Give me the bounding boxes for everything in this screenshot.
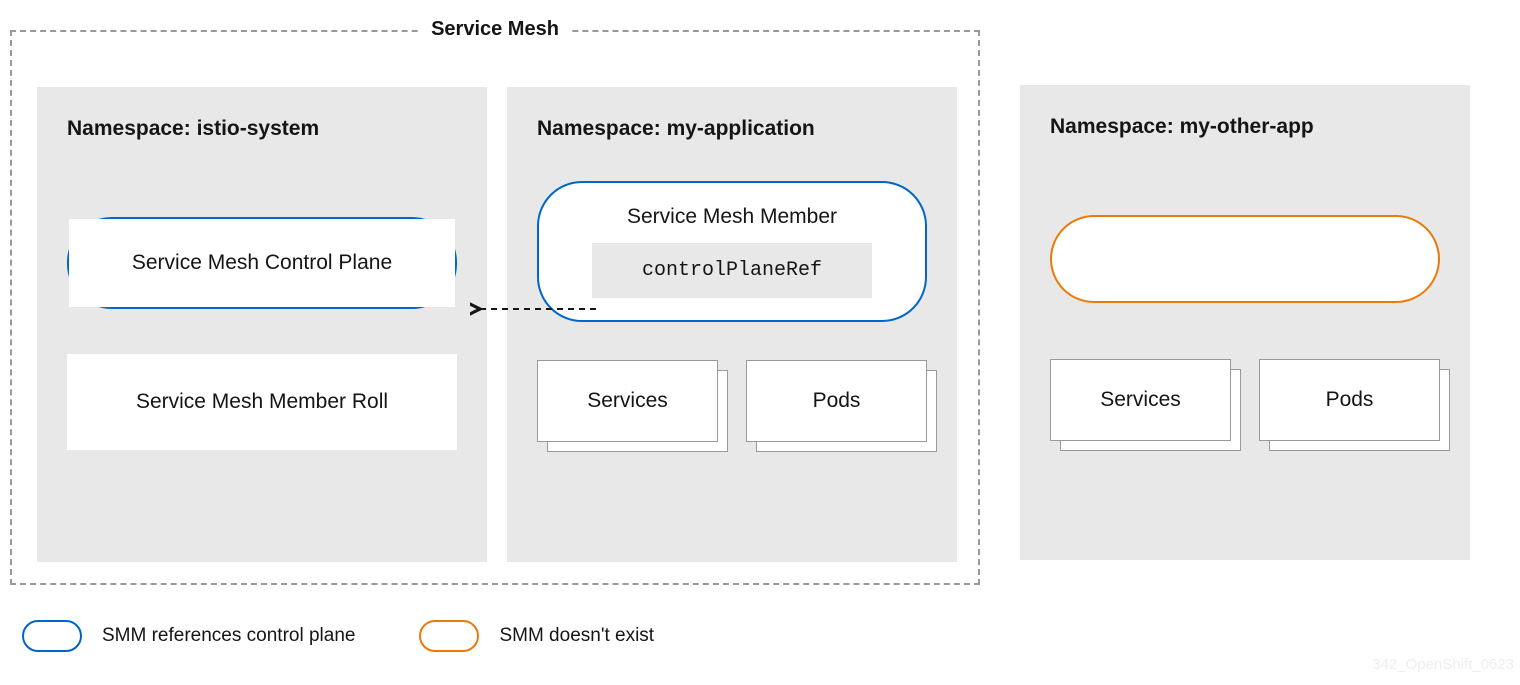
legend: SMM references control plane SMM doesn't…	[22, 620, 654, 652]
namespace-title: Namespace: my-other-app	[1050, 115, 1440, 139]
smm-capsule: Service Mesh Member controlPlaneRef	[537, 181, 927, 322]
namespace-istio-system: Namespace: istio-system Service Mesh Con…	[37, 87, 487, 562]
pods-stack: Pods	[1259, 359, 1440, 441]
legend-swatch-blue	[22, 620, 82, 652]
service-mesh-boundary: Service Mesh Namespace: istio-system Ser…	[10, 30, 980, 585]
pods-stack: Pods	[746, 360, 927, 442]
control-plane-ref: controlPlaneRef	[592, 243, 872, 298]
legend-swatch-orange	[419, 620, 479, 652]
watermark: 342_OpenShift_0623	[1372, 656, 1514, 673]
services-stack: Services	[537, 360, 718, 442]
namespace-my-other-app: Namespace: my-other-app Services Pods	[1020, 85, 1470, 560]
services-stack: Services	[1050, 359, 1231, 441]
legend-label-orange: SMM doesn't exist	[499, 625, 654, 647]
services-label: Services	[537, 360, 718, 442]
service-mesh-title: Service Mesh	[421, 18, 569, 41]
member-roll-box: Service Mesh Member Roll	[67, 354, 457, 450]
pods-label: Pods	[1259, 359, 1440, 441]
pods-label: Pods	[746, 360, 927, 442]
namespace-my-application: Namespace: my-application Service Mesh M…	[507, 87, 957, 562]
control-plane-label: Service Mesh Control Plane	[69, 219, 455, 307]
smm-label: Service Mesh Member	[627, 205, 837, 229]
legend-label-blue: SMM references control plane	[102, 625, 355, 647]
smm-empty-capsule	[1050, 215, 1440, 303]
services-label: Services	[1050, 359, 1231, 441]
control-plane-capsule: Service Mesh Control Plane	[67, 217, 457, 309]
namespace-title: Namespace: istio-system	[67, 117, 457, 141]
namespace-title: Namespace: my-application	[537, 117, 927, 141]
